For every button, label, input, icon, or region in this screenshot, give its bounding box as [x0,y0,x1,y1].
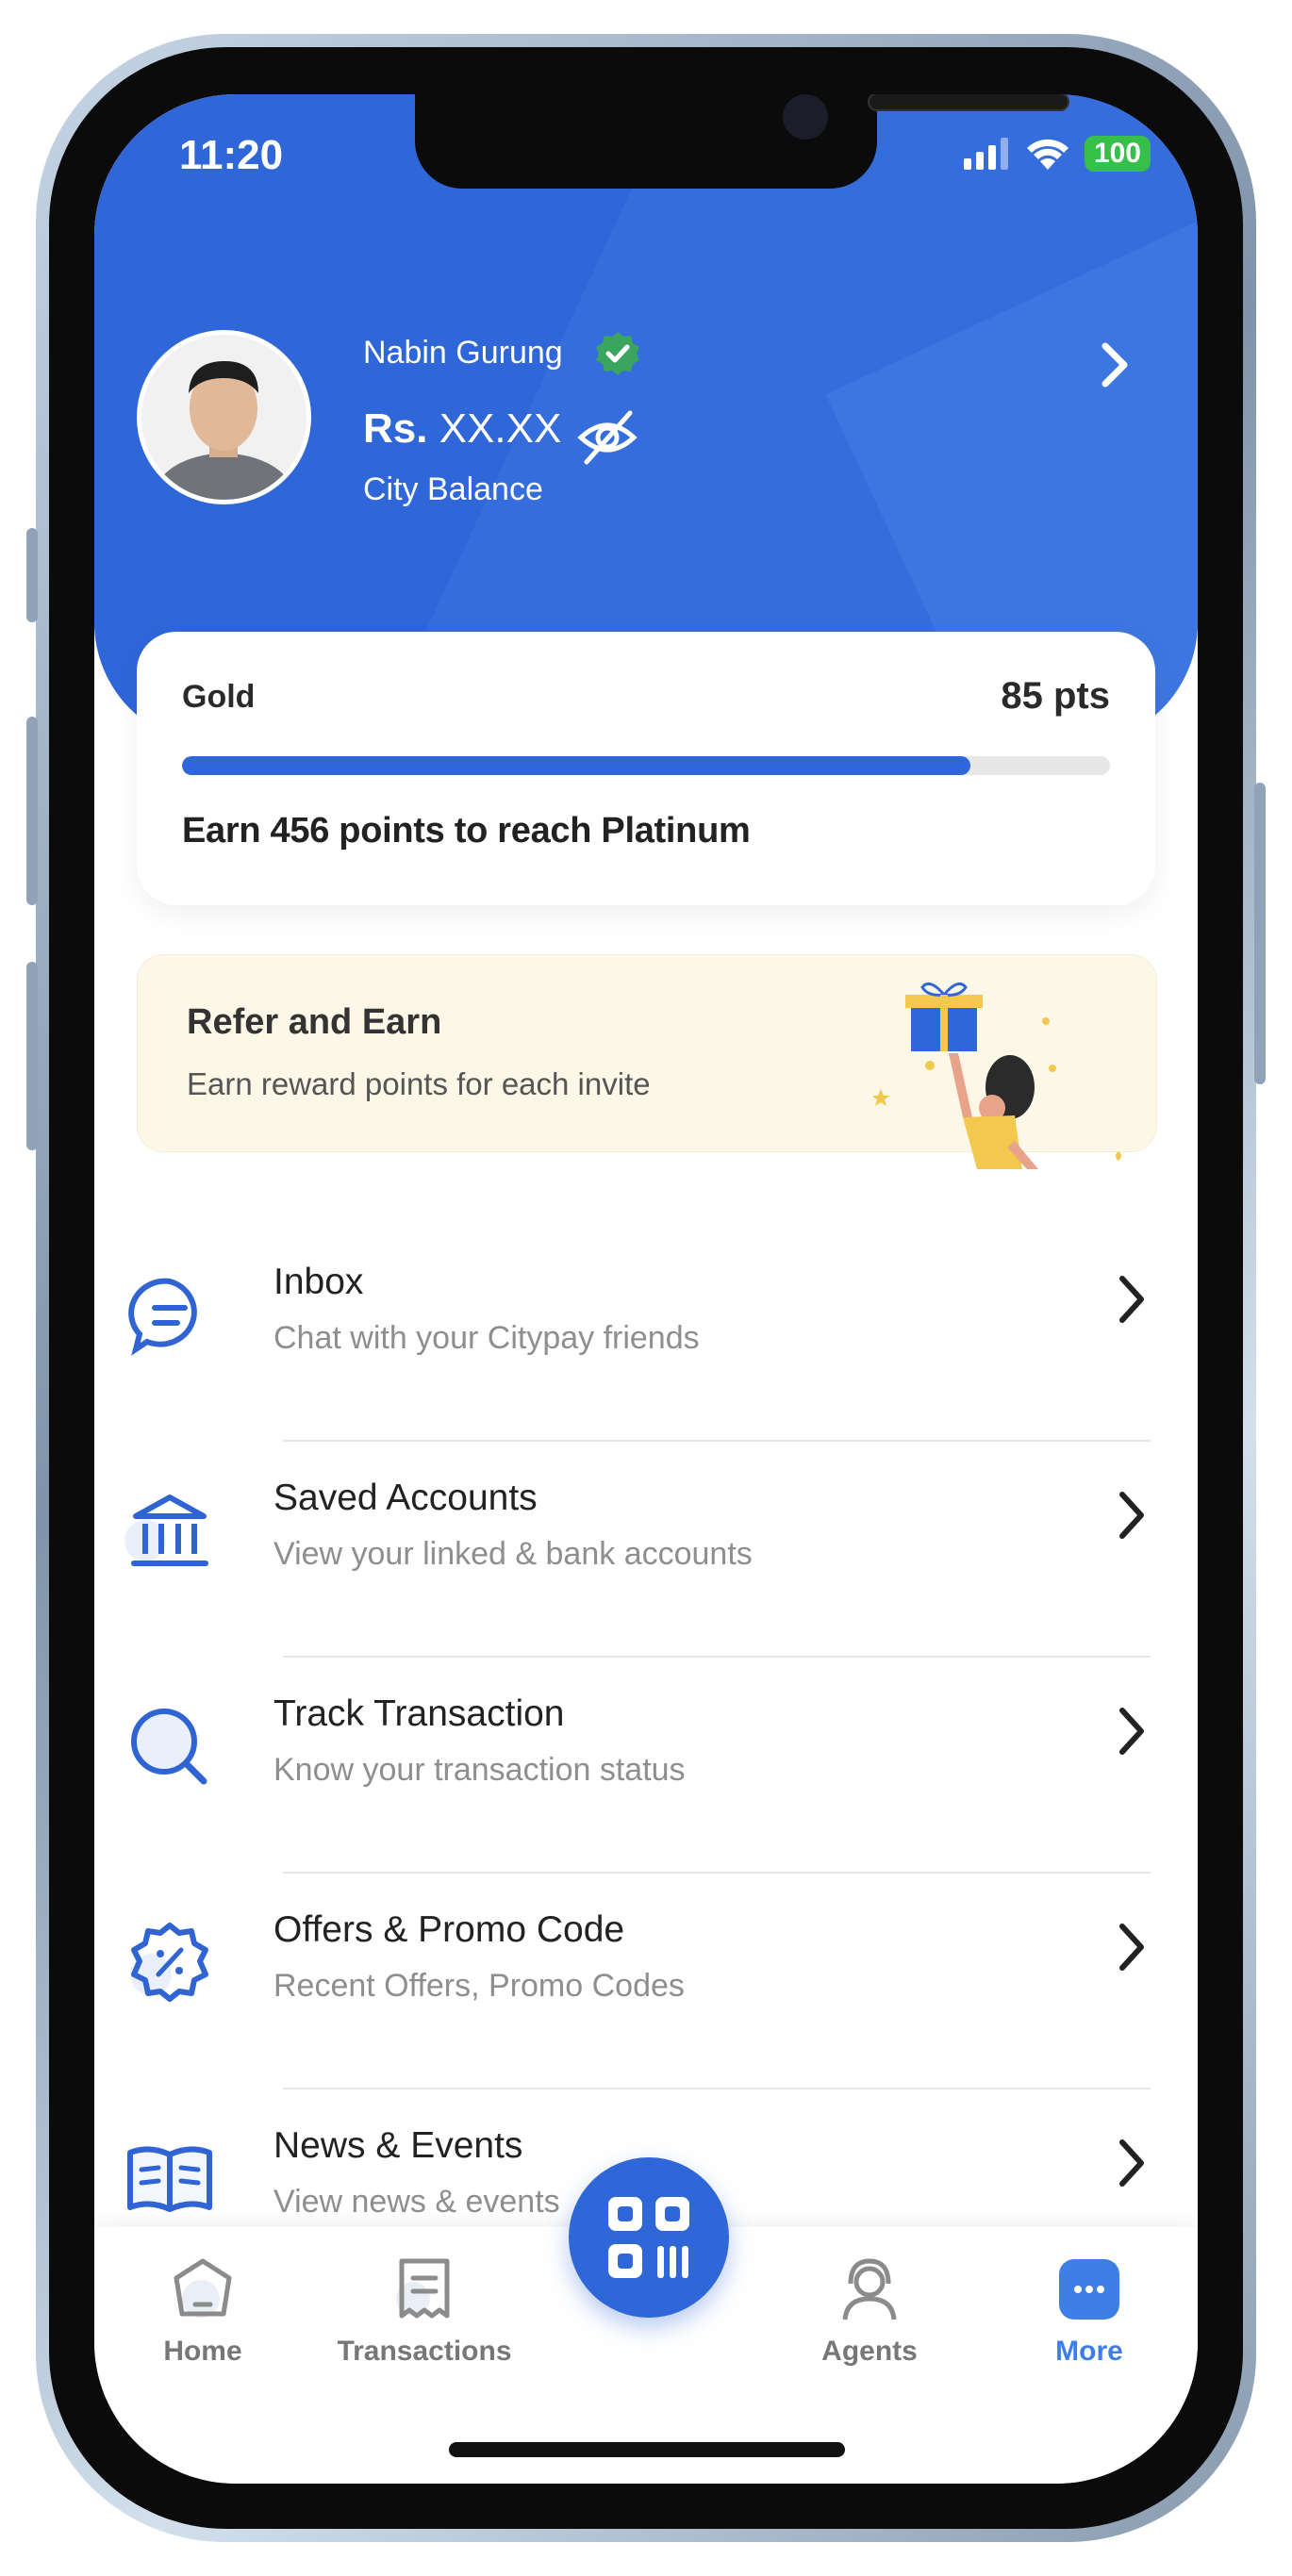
rewards-card[interactable]: Gold 85 pts Earn 456 points to reach Pla… [137,632,1155,905]
battery-indicator: 100 [1084,136,1151,172]
home-icon [174,2258,232,2318]
menu-item-track-transaction[interactable]: Track Transaction Know your transaction … [94,1658,1198,1874]
volume-up-button [26,717,38,905]
tab-label: Transactions [337,2336,512,2367]
volume-down-button [26,962,38,1150]
menu-item-subtitle: Know your transaction status [273,1752,686,1788]
tab-home[interactable]: Home [108,2255,297,2368]
menu-item-title: Offers & Promo Code [273,1909,625,1950]
avatar-photo [141,335,306,500]
reward-points: 85 pts [1001,675,1110,717]
reward-message: Earn 456 points to reach Platinum [182,811,751,850]
menu-item-subtitle: Recent Offers, Promo Codes [273,1968,685,2004]
power-button [1254,783,1266,1084]
tab-label: Agents [821,2336,918,2367]
balance-amount: Rs. XX.XX [363,405,561,453]
search-icon [131,1709,207,1785]
refer-banner[interactable]: Refer and Earn Earn reward points for ea… [137,954,1157,1169]
balance-value: XX.XX [439,405,562,452]
front-camera [783,94,828,140]
chevron-right-icon[interactable] [1096,341,1134,388]
chevron-right-icon [1119,1492,1144,1539]
eye-off-icon[interactable] [577,409,638,466]
chat-icon [128,1278,197,1356]
chevron-right-icon [1119,1276,1144,1323]
home-indicator [449,2442,845,2457]
menu-item-title: Track Transaction [273,1693,565,1734]
chevron-right-icon [1119,2139,1144,2187]
menu-item-subtitle: View news & events [273,2184,560,2220]
status-icons: 100 [963,136,1151,172]
newspaper-icon [127,2146,212,2212]
more-icon [1059,2259,1119,2320]
menu-item-title: Inbox [273,1262,364,1302]
qr-scan-icon [608,2197,689,2278]
menu-item-subtitle: Chat with your Citypay friends [273,1320,700,1356]
menu-item-title: News & Events [273,2125,523,2166]
wifi-icon [1026,139,1068,170]
balance-currency: Rs. [363,405,428,452]
balance-label: City Balance [363,471,543,507]
tab-label: Home [163,2336,242,2367]
menu-item-inbox[interactable]: Inbox Chat with your Citypay friends [94,1226,1198,1442]
menu-item-subtitle: View your linked & bank accounts [273,1536,753,1572]
speaker-grille [868,94,1069,111]
mute-switch [26,528,38,622]
discount-badge-icon [130,1923,208,2002]
gift-illustration [873,982,1121,1169]
receipt-icon [396,2258,450,2319]
bank-icon [124,1494,208,1566]
tab-transactions[interactable]: Transactions [330,2255,519,2368]
reward-progress-fill [182,756,971,775]
verified-badge-icon [596,332,639,375]
menu-item-title: Saved Accounts [273,1478,538,1518]
chevron-right-icon [1119,1924,1144,1971]
menu-item-saved-accounts[interactable]: Saved Accounts View your linked & bank a… [94,1442,1198,1658]
qr-scan-button[interactable] [569,2157,729,2318]
cellular-signal-icon [963,138,1008,170]
menu-item-offers-promo[interactable]: Offers & Promo Code Recent Offers, Promo… [94,1874,1198,2089]
tab-more[interactable]: More [995,2255,1184,2368]
chevron-right-icon [1119,1708,1144,1755]
user-name: Nabin Gurung [363,335,563,371]
app-screen: 11:20 100 Nabin Gurung Rs. XX.XX City Ba… [94,94,1198,2484]
reward-tier: Gold [182,679,256,715]
status-time: 11:20 [179,132,284,178]
avatar[interactable] [137,330,311,504]
tab-label: More [1055,2336,1123,2367]
device-notch [415,94,1069,189]
refer-subtitle: Earn reward points for each invite [187,1066,651,1101]
agent-headset-icon [842,2258,897,2320]
reward-progress-bar [182,756,1110,775]
refer-title: Refer and Earn [187,1002,442,1042]
tab-agents[interactable]: Agents [775,2255,964,2368]
